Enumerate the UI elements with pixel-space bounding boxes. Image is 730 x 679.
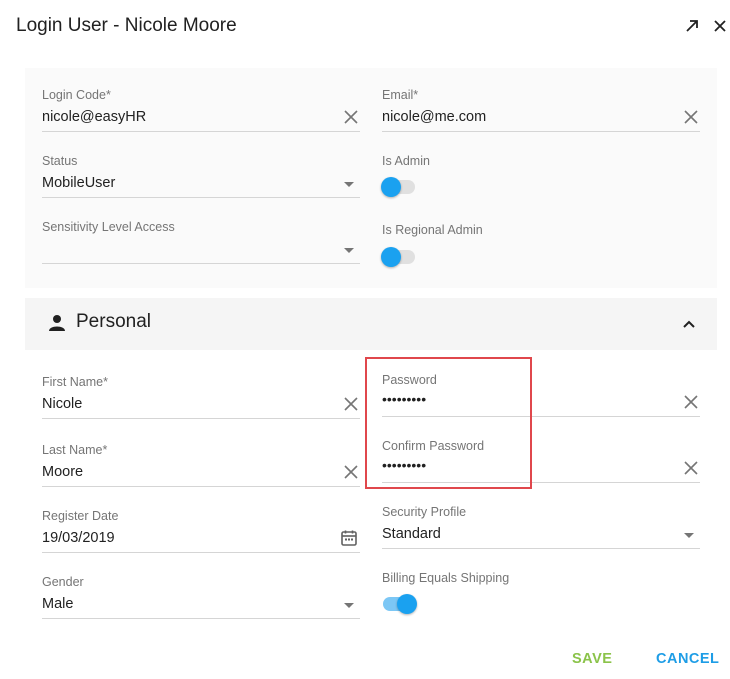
is-regional-admin-field: Is Regional Admin <box>382 223 582 243</box>
first-name-label: First Name* <box>42 375 108 389</box>
chevron-down-icon[interactable] <box>344 603 354 608</box>
close-icon[interactable] <box>710 16 730 36</box>
clear-icon[interactable] <box>344 110 358 124</box>
email-label: Email* <box>382 88 419 102</box>
dialog-title: Login User - Nicole Moore <box>16 15 237 36</box>
status-select[interactable]: Status MobileUser <box>42 154 360 198</box>
person-icon <box>49 315 65 331</box>
status-value: MobileUser <box>42 175 116 191</box>
register-date-field[interactable]: Register Date 19/03/2019 <box>42 509 360 553</box>
security-profile-label: Security Profile <box>382 505 467 519</box>
email-input[interactable]: nicole@me.com <box>382 109 486 125</box>
register-date-input[interactable]: 19/03/2019 <box>42 530 115 546</box>
email-field[interactable]: Email* nicole@me.com <box>382 88 700 132</box>
personal-section-header[interactable]: Personal <box>25 298 717 350</box>
status-label: Status <box>42 154 78 168</box>
is-regional-admin-label: Is Regional Admin <box>382 223 483 237</box>
expand-icon[interactable] <box>682 16 702 36</box>
sensitivity-label: Sensitivity Level Access <box>42 220 175 234</box>
chevron-down-icon[interactable] <box>344 182 354 187</box>
is-admin-field: Is Admin <box>382 154 582 174</box>
gender-label: Gender <box>42 575 84 589</box>
first-name-field[interactable]: First Name* Nicole <box>42 375 360 419</box>
login-code-field[interactable]: Login Code* nicole@easyHR <box>42 88 360 132</box>
gender-select[interactable]: Gender Male <box>42 575 360 619</box>
is-regional-admin-toggle[interactable] <box>381 246 417 267</box>
password-highlight-box <box>365 357 532 489</box>
last-name-field[interactable]: Last Name* Moore <box>42 443 360 487</box>
is-admin-toggle[interactable] <box>381 176 417 197</box>
security-profile-value: Standard <box>382 526 441 542</box>
personal-section-title: Personal <box>76 311 151 332</box>
billing-equals-shipping-field: Billing Equals Shipping <box>382 571 582 591</box>
chevron-down-icon[interactable] <box>684 533 694 538</box>
login-code-label: Login Code* <box>42 88 111 102</box>
gender-value: Male <box>42 596 74 612</box>
is-admin-label: Is Admin <box>382 154 430 168</box>
clear-icon[interactable] <box>684 395 698 409</box>
clear-icon[interactable] <box>684 461 698 475</box>
last-name-label: Last Name* <box>42 443 108 457</box>
save-button[interactable]: SAVE <box>572 651 612 667</box>
security-profile-select[interactable]: Security Profile Standard <box>382 505 700 549</box>
clear-icon[interactable] <box>344 465 358 479</box>
login-code-input[interactable]: nicole@easyHR <box>42 109 146 125</box>
chevron-down-icon[interactable] <box>344 248 354 253</box>
calendar-icon[interactable] <box>340 529 358 547</box>
register-date-label: Register Date <box>42 509 119 523</box>
cancel-button[interactable]: CANCEL <box>656 651 719 667</box>
clear-icon[interactable] <box>344 397 358 411</box>
billing-equals-shipping-label: Billing Equals Shipping <box>382 571 510 585</box>
last-name-input[interactable]: Moore <box>42 464 83 480</box>
first-name-input[interactable]: Nicole <box>42 396 82 412</box>
billing-equals-shipping-toggle[interactable] <box>381 593 417 614</box>
sensitivity-select[interactable]: Sensitivity Level Access <box>42 220 360 264</box>
clear-icon[interactable] <box>684 110 698 124</box>
chevron-up-icon[interactable] <box>681 316 697 332</box>
